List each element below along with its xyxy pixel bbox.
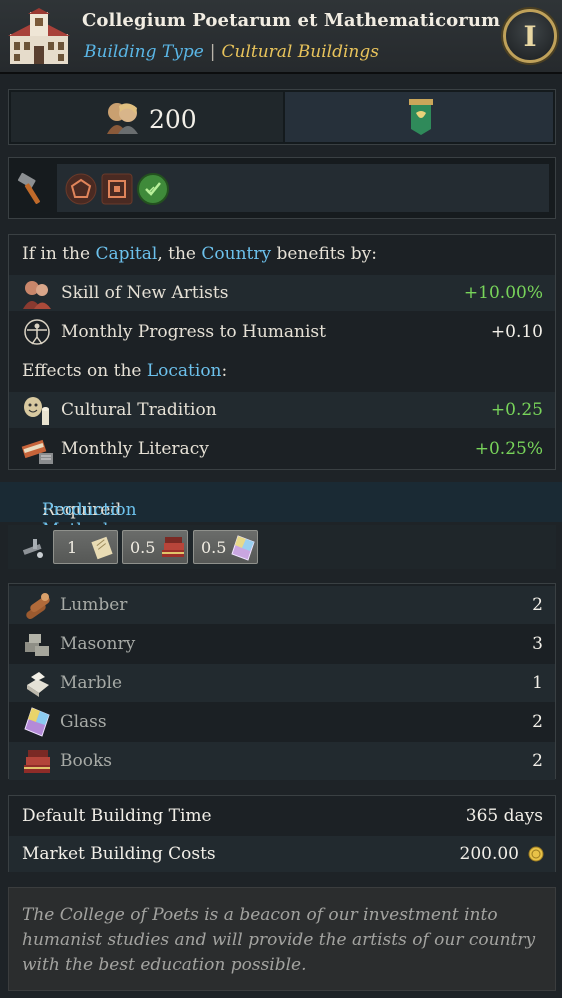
building-cost-label: Market Building Costs (22, 844, 216, 864)
effect-row: Monthly Literacy +0.25% (9, 431, 555, 467)
goods-value: 2 (532, 595, 543, 615)
goods-row: Glass 2 (9, 703, 555, 741)
description-text: The College of Poets is a beacon of our … (22, 905, 536, 975)
building-category-link[interactable]: Cultural Buildings (222, 42, 379, 62)
pentagon-icon[interactable] (65, 173, 97, 205)
info-button[interactable]: I (503, 9, 557, 63)
effect-value: +0.25% (474, 439, 543, 459)
goods-row: Books 2 (9, 742, 555, 780)
press-tool-icon[interactable] (20, 537, 46, 559)
required-goods-panel: Lumber 2 Masonry 3 Marble 1 Glass 2 Book… (8, 583, 556, 780)
cost-panel: 200 (8, 89, 556, 145)
books-icon (24, 750, 50, 773)
green-banner-icon (409, 99, 433, 135)
building-cost-value: 200.00 (459, 844, 519, 864)
square-icon[interactable] (101, 173, 133, 205)
goods-label: Books (60, 751, 112, 771)
heading-text: If in the (22, 244, 96, 264)
goods-value: 1 (532, 673, 543, 693)
gold-coin-icon (528, 846, 544, 862)
building-time-label: Default Building Time (22, 806, 212, 826)
lumber-icon (26, 593, 50, 620)
glass-icon (231, 535, 255, 561)
artists-icon (23, 281, 51, 309)
building-cost-row: Market Building Costs 200.00 (9, 836, 555, 872)
tools-panel (8, 157, 556, 219)
goods-row: Lumber 2 (9, 586, 555, 624)
effect-row: Monthly Progress to Humanist +0.10 (9, 314, 555, 350)
heading-text: benefits by: (271, 244, 377, 264)
effect-value: +0.10 (490, 322, 543, 342)
info-button-label: I (523, 19, 537, 53)
building-time-row: Default Building Time 365 days (9, 798, 555, 834)
building-type-link[interactable]: Building Type (84, 42, 204, 62)
effect-value: +10.00% (463, 283, 543, 303)
goods-value: 3 (532, 634, 543, 654)
vitruvian-man-icon (24, 319, 50, 345)
tools-strip (57, 164, 549, 212)
theatre-masks-icon (24, 397, 49, 425)
banner-cell (285, 92, 553, 142)
heading-text: , the (157, 244, 202, 264)
books-icon (162, 537, 184, 557)
effect-label: Cultural Tradition (61, 400, 217, 420)
tooltip-header: Collegium Poetarum et Mathematicorum Bui… (0, 0, 562, 74)
goods-row: Masonry 3 (9, 625, 555, 663)
effect-label: Skill of New Artists (61, 283, 229, 303)
subtitle-separator: | (209, 42, 216, 62)
cost-cell: 200 (11, 92, 283, 142)
paper-scroll-icon (91, 536, 113, 560)
goods-row: Marble 1 (9, 664, 555, 702)
goods-label: Marble (60, 673, 123, 693)
goods-label: Masonry (60, 634, 136, 654)
input-amount: 0.5 (130, 538, 156, 557)
artists-portrait-icon (107, 103, 138, 134)
university-building-icon (8, 8, 70, 64)
cost-value: 200 (149, 105, 197, 134)
country-link[interactable]: Country (201, 244, 271, 264)
effect-row: Cultural Tradition +0.25 (9, 392, 555, 428)
input-amount: 1 (67, 538, 78, 557)
goods-value: 2 (532, 712, 543, 732)
building-time-value: 365 days (465, 806, 543, 826)
goods-value: 2 (532, 751, 543, 771)
heading-text: Effects on the (22, 361, 147, 381)
input-amount: 0.5 (201, 538, 227, 557)
building-info-panel: Default Building Time 365 days Market Bu… (8, 795, 556, 872)
building-title: Collegium Poetarum et Mathematicorum (82, 10, 501, 31)
goods-label: Glass (60, 712, 107, 732)
marble-icon (27, 672, 49, 697)
description-panel: The College of Poets is a beacon of our … (8, 887, 556, 991)
capital-link[interactable]: Capital (95, 244, 157, 264)
capital-effects-heading: If in the Capital, the Country benefits … (22, 244, 377, 264)
location-effects-heading: Effects on the Location: (22, 361, 227, 381)
effect-label: Monthly Literacy (61, 439, 209, 459)
building-subtitle: Building Type | Cultural Buildings (84, 42, 379, 62)
production-method-heading: Required Production Method: (0, 482, 562, 540)
effect-row: Skill of New Artists +10.00% (9, 275, 555, 311)
goods-label: Lumber (60, 595, 128, 615)
production-method-row: 1 0.5 0.5 (8, 525, 556, 569)
hammer-icon[interactable] (17, 172, 49, 206)
heading-text: : (221, 361, 228, 381)
masonry-icon (25, 634, 49, 656)
glass-icon (24, 707, 50, 737)
effects-panel: If in the Capital, the Country benefits … (8, 234, 556, 470)
heading-text: : (42, 500, 48, 520)
input-chip[interactable]: 0.5 (122, 530, 188, 564)
effect-value: +0.25 (490, 400, 543, 420)
location-link[interactable]: Location (147, 361, 222, 381)
effect-label: Monthly Progress to Humanist (61, 322, 326, 342)
input-chip[interactable]: 0.5 (193, 530, 258, 564)
quill-book-icon (21, 439, 53, 464)
green-check-circle-icon[interactable] (137, 173, 169, 205)
input-chip[interactable]: 1 (53, 530, 118, 564)
